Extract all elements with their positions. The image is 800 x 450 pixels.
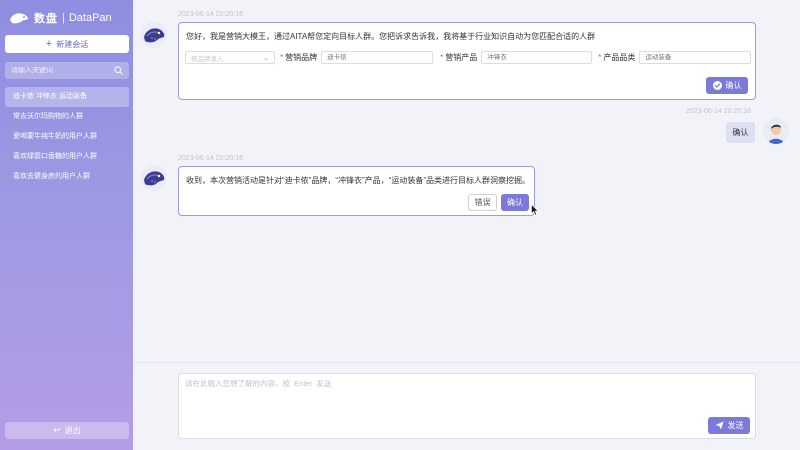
- check-circle-icon: [712, 81, 722, 90]
- history-item[interactable]: 爱喝蒙牛纯牛奶的用户人群: [5, 127, 129, 147]
- mouse-cursor-icon: [531, 204, 539, 216]
- logo-icon: [10, 13, 28, 24]
- category-field[interactable]: [639, 51, 752, 64]
- message-timestamp: 2023-06-14 20:20:16: [178, 155, 243, 162]
- sidebar: 数盘 | DataPan + 新建会话 迪卡侬 冲锋衣 运动装备 常去沃尔玛购物…: [0, 0, 133, 450]
- message-text: 收到，本次营销活动是针对“迪卡侬”品牌，“冲锋衣”产品，“运动装备”品类进行目标…: [186, 176, 530, 185]
- bot-message-bubble: 收到，本次营销活动是针对“迪卡侬”品牌，“冲锋衣”产品，“运动装备”品类进行目标…: [178, 166, 535, 216]
- message-input[interactable]: [185, 378, 705, 414]
- history-search-input[interactable]: [11, 67, 114, 74]
- required-mark: *: [440, 53, 444, 62]
- error-label: 错误: [474, 198, 491, 207]
- new-chat-button[interactable]: + 新建会话: [5, 35, 129, 53]
- message-timestamp: 2023-06-14 20:20:16: [686, 108, 751, 115]
- new-chat-label: 新建会话: [56, 39, 89, 49]
- category-label-text: 产品品类: [603, 53, 636, 62]
- confirm-button[interactable]: 确认: [706, 77, 748, 94]
- chevron-down-icon: ⌄: [263, 54, 269, 62]
- logout-button[interactable]: ↩ 退出: [5, 422, 129, 439]
- bot-avatar: [141, 22, 167, 48]
- logout-icon: ↩: [53, 425, 61, 435]
- send-button[interactable]: 发送: [708, 417, 750, 434]
- targeting-form: 按品牌录入 ⌄ *营销品牌 *营销产品 *产品品类: [185, 51, 752, 64]
- confirm-label: 确认: [725, 81, 742, 90]
- bot-avatar-icon: [141, 165, 167, 191]
- search-icon[interactable]: [114, 66, 123, 75]
- input-mode-select[interactable]: 按品牌录入 ⌄: [185, 51, 275, 64]
- bot-message-bubble: 您好，我是营销大模王，通过AITA帮您定向目标人群。您把诉求告诉我，我将基于行业…: [178, 22, 756, 100]
- send-icon: [714, 421, 724, 430]
- product-field-label: * 营销产品: [440, 52, 477, 63]
- history-item[interactable]: 喜欢去健身房的用户人群: [5, 167, 129, 187]
- composer-divider: [133, 362, 800, 363]
- user-message-bubble: 确认: [726, 122, 755, 143]
- logout-label: 退出: [64, 426, 81, 435]
- user-avatar: [763, 118, 789, 144]
- brand-separator: |: [62, 12, 65, 24]
- confirm-button[interactable]: 确认: [501, 194, 529, 211]
- product-field[interactable]: [481, 51, 593, 64]
- required-mark: *: [598, 53, 602, 62]
- composer: 发送: [178, 373, 756, 439]
- product-label-text: 营销产品: [445, 53, 478, 62]
- confirm-label: 确认: [507, 198, 523, 207]
- error-button[interactable]: 错误: [468, 194, 497, 211]
- brand-name-en: DataPan: [68, 12, 112, 24]
- brand-label-text: 营销品牌: [285, 53, 318, 62]
- history-item[interactable]: 常去沃尔玛购物的人群: [5, 107, 129, 127]
- history-item[interactable]: 喜欢绿箭口香糖的用户人群: [5, 147, 129, 167]
- user-avatar-icon: [763, 118, 789, 144]
- required-mark: *: [280, 53, 284, 62]
- category-field-label: * 产品品类: [598, 52, 635, 63]
- brand: 数盘 | DataPan: [9, 10, 112, 26]
- history-item[interactable]: 迪卡侬 冲锋衣 运动装备: [5, 87, 129, 107]
- message-text: 您好，我是营销大模王，通过AITA帮您定向目标人群。您把诉求告诉我，我将基于行业…: [186, 32, 596, 41]
- history-list: 迪卡侬 冲锋衣 运动装备 常去沃尔玛购物的人群 爱喝蒙牛纯牛奶的用户人群 喜欢绿…: [5, 87, 129, 187]
- brand-field[interactable]: [321, 51, 434, 64]
- bot-avatar: [141, 165, 167, 191]
- message-timestamp: 2023-06-14 20:20:16: [178, 11, 243, 18]
- brand-name: 数盘: [34, 13, 58, 25]
- send-label: 发送: [727, 421, 744, 430]
- input-mode-placeholder: 按品牌录入: [191, 55, 224, 63]
- bot-avatar-icon: [141, 22, 167, 48]
- user-message-text: 确认: [732, 128, 749, 137]
- plus-icon: +: [45, 37, 53, 50]
- history-search: [5, 62, 129, 79]
- brand-field-label: * 营销品牌: [280, 52, 317, 63]
